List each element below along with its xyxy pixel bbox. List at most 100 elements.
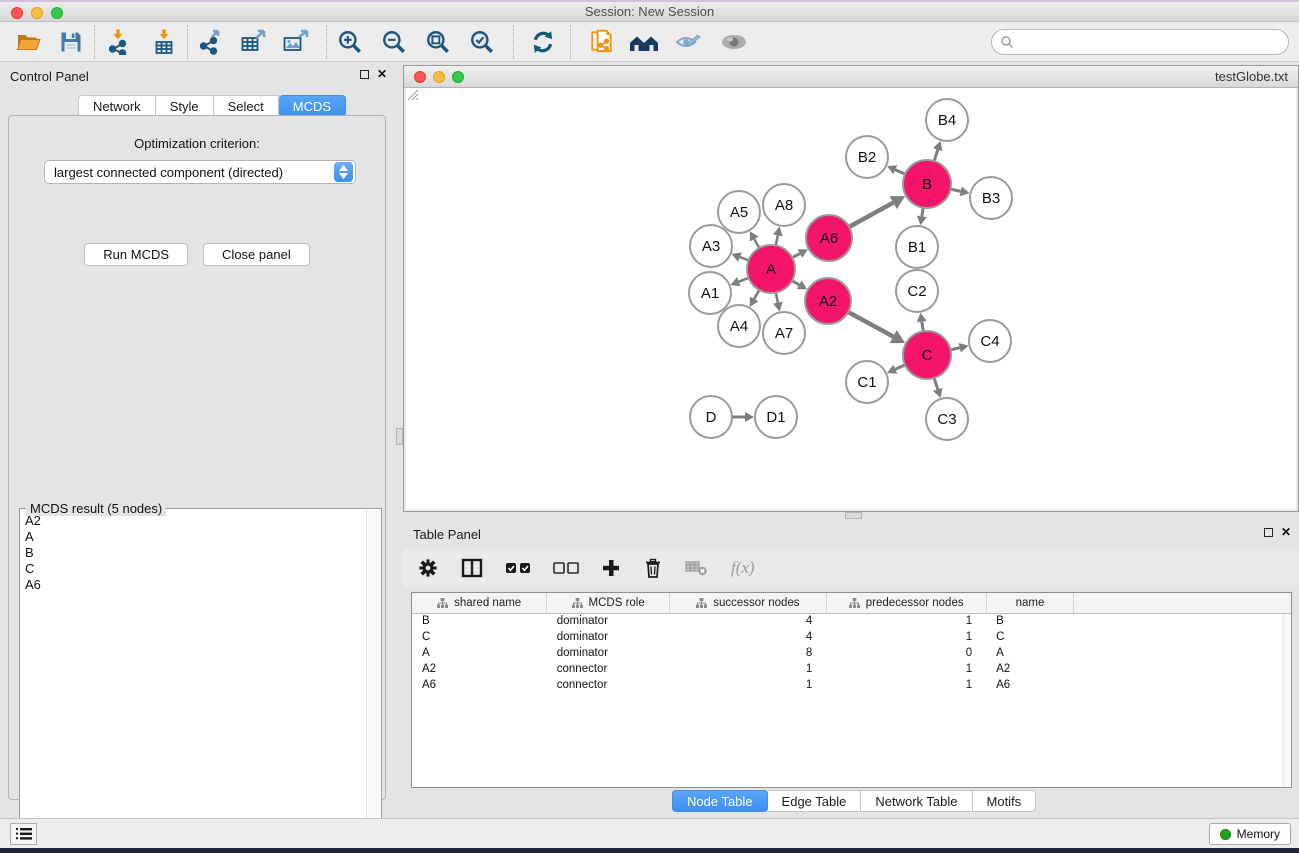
network-node-B3[interactable]: B3 [970, 177, 1012, 219]
table-cell[interactable]: A6 [986, 677, 1074, 693]
close-panel-icon[interactable]: ✕ [1281, 527, 1291, 538]
network-node-C4[interactable]: C4 [969, 320, 1011, 362]
zoom-in-button[interactable] [333, 26, 367, 58]
search-input[interactable] [1014, 35, 1288, 50]
table-cell[interactable]: 1 [826, 613, 986, 629]
table-cell[interactable]: A6 [412, 677, 547, 693]
tab-motifs[interactable]: Motifs [973, 790, 1037, 812]
import-table-button[interactable] [147, 26, 181, 58]
table-cell[interactable]: dominator [547, 629, 670, 645]
result-list-item[interactable]: B [21, 545, 366, 561]
table-row[interactable]: Bdominator41B [412, 613, 1291, 629]
function-builder-button[interactable]: f(x) [731, 558, 755, 578]
table-cell[interactable]: B [986, 613, 1074, 629]
network-node-A4[interactable]: A4 [718, 305, 760, 347]
column-header-name[interactable]: name [986, 593, 1074, 613]
table-cell[interactable]: dominator [547, 645, 670, 661]
network-node-C2[interactable]: C2 [896, 270, 938, 312]
tab-mcds[interactable]: MCDS [279, 95, 346, 117]
table-cell[interactable]: A [412, 645, 547, 661]
tab-select[interactable]: Select [214, 95, 279, 117]
network-edge-A6-B[interactable] [849, 196, 905, 227]
table-cell[interactable]: 1 [826, 629, 986, 645]
home-view-button[interactable] [627, 26, 661, 58]
network-edge-B-B2[interactable] [887, 165, 905, 174]
table-cell[interactable]: dominator [547, 613, 670, 629]
table-cell[interactable]: C [986, 629, 1074, 645]
network-node-A[interactable]: A [747, 245, 795, 293]
table-cell[interactable]: connector [547, 661, 670, 677]
table-cell[interactable]: 1 [670, 661, 827, 677]
network-node-A8[interactable]: A8 [763, 184, 805, 226]
result-list-item[interactable]: A2 [21, 513, 366, 529]
gear-button[interactable] [417, 557, 439, 579]
table-row[interactable]: A6connector11A6 [412, 677, 1291, 693]
result-list-scrollbar[interactable] [366, 510, 380, 849]
table-cell[interactable]: C [412, 629, 547, 645]
network-edge-A-A1[interactable] [730, 277, 748, 286]
result-list-item[interactable]: A6 [21, 577, 366, 593]
open-file-button[interactable] [12, 26, 46, 58]
tab-network[interactable]: Network [78, 95, 156, 117]
network-node-C3[interactable]: C3 [926, 398, 968, 440]
zoom-selected-button[interactable] [465, 26, 499, 58]
column-header-shared-name[interactable]: shared name [412, 593, 547, 613]
task-history-button[interactable] [10, 823, 37, 845]
network-node-A1[interactable]: A1 [689, 272, 731, 314]
network-edge-A-A4[interactable] [750, 290, 759, 307]
table-cell[interactable]: 8 [670, 645, 827, 661]
add-column-button[interactable] [601, 558, 621, 578]
resize-grip-icon[interactable] [406, 88, 419, 101]
network-node-A7[interactable]: A7 [763, 312, 805, 354]
close-panel-icon[interactable]: ✕ [377, 69, 387, 80]
hide-details-button[interactable] [671, 26, 705, 58]
network-document-button[interactable] [585, 26, 619, 58]
vertical-divider-grip[interactable] [396, 428, 403, 445]
float-panel-icon[interactable] [1264, 528, 1273, 537]
import-network-button[interactable] [101, 26, 135, 58]
network-edge-A-A6[interactable] [792, 249, 808, 258]
table-cell[interactable]: A [986, 645, 1074, 661]
column-header-successor-nodes[interactable]: successor nodes [670, 593, 827, 613]
network-edge-A2-C[interactable] [848, 312, 905, 343]
export-image-button[interactable] [278, 26, 312, 58]
zoom-network-button[interactable] [452, 71, 464, 83]
network-canvas[interactable]: B4B2BB3A8A5A6A3B1AC2A1A2A4A7C4CC1C3DD1 [406, 88, 1296, 509]
network-node-C[interactable]: C [903, 331, 951, 379]
save-session-button[interactable] [54, 26, 88, 58]
optimization-criterion-dropdown[interactable]: largest connected component (directed) [44, 160, 356, 184]
result-list-item[interactable]: C [21, 561, 366, 577]
network-node-B[interactable]: B [903, 160, 951, 208]
table-cell[interactable]: A2 [986, 661, 1074, 677]
network-edge-C-C2[interactable] [917, 313, 927, 332]
table-cell[interactable]: 1 [826, 661, 986, 677]
table-cell[interactable]: 1 [670, 677, 827, 693]
network-edge-D-D1[interactable] [732, 412, 754, 422]
table-cell[interactable]: 4 [670, 613, 827, 629]
network-edge-A-A8[interactable] [773, 227, 783, 246]
delete-table-button[interactable] [685, 560, 709, 576]
delete-column-button[interactable] [643, 557, 663, 579]
tab-node-table[interactable]: Node Table [672, 790, 768, 812]
export-network-button[interactable] [194, 26, 228, 58]
deselect-all-rows-button[interactable] [553, 562, 579, 574]
column-header-MCDS-role[interactable]: MCDS role [547, 593, 670, 613]
network-edge-B-B4[interactable] [933, 141, 942, 161]
network-node-C1[interactable]: C1 [846, 361, 888, 403]
network-edge-A-A7[interactable] [773, 293, 783, 312]
table-cell[interactable]: A2 [412, 661, 547, 677]
zoom-out-button[interactable] [377, 26, 411, 58]
network-node-B4[interactable]: B4 [926, 99, 968, 141]
network-node-B1[interactable]: B1 [896, 226, 938, 268]
table-cell[interactable]: 4 [670, 629, 827, 645]
network-edge-C-C3[interactable] [933, 378, 942, 398]
refresh-layout-button[interactable] [526, 26, 560, 58]
network-node-D[interactable]: D [690, 396, 732, 438]
network-node-A5[interactable]: A5 [718, 191, 760, 233]
network-node-A3[interactable]: A3 [690, 225, 732, 267]
network-edge-B-B3[interactable] [950, 187, 969, 197]
network-edge-C-C1[interactable] [887, 365, 905, 374]
horizontal-divider-grip[interactable] [845, 512, 862, 519]
network-node-B2[interactable]: B2 [846, 136, 888, 178]
table-row[interactable]: Adominator80A [412, 645, 1291, 661]
